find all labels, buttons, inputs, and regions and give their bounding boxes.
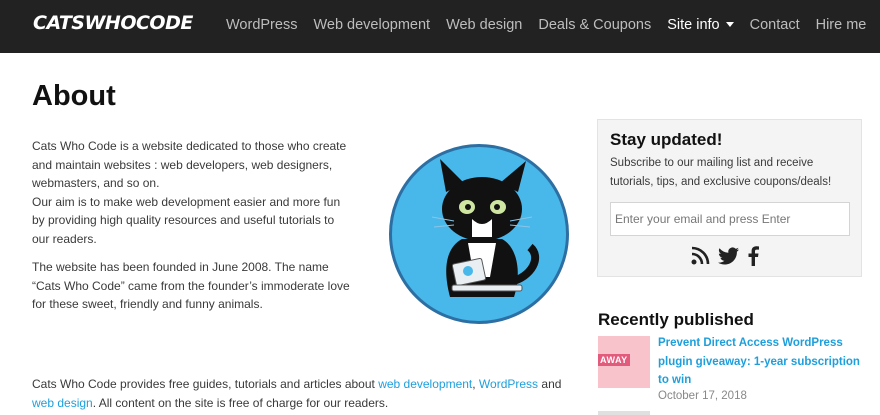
main-nav: WordPress Web development Web design Dea… [226,17,880,37]
about-paragraph-1a: Cats Who Code is a website dedicated to … [32,139,347,190]
web-development-link[interactable]: web development [378,377,472,391]
newsletter-title: Stay updated! [610,130,723,149]
p3-sep-2: and [538,377,562,391]
post-thumbnail-next[interactable] [598,411,650,415]
social-links [690,246,774,266]
page-title: About [32,80,116,112]
nav-item-hire-me[interactable]: Hire me [816,17,867,37]
about-paragraph-1b: Our aim is to make web development easie… [32,194,341,246]
newsletter-text: Subscribe to our mailing list and receiv… [610,157,832,188]
wordpress-link[interactable]: WordPress [479,377,538,391]
nav-item-deals-coupons[interactable]: Deals & Coupons [538,17,651,37]
nav-item-site-info-label: Site info [667,17,720,33]
about-paragraph-2: The website has been founded in June 200… [32,260,350,311]
rss-icon[interactable] [690,246,714,266]
web-design-link[interactable]: web design [32,396,93,410]
post-thumbnail-text: AWAY [598,354,630,366]
nav-item-site-info[interactable]: Site info [667,17,734,37]
recent-post-date: October 17, 2018 [658,390,747,402]
post-thumbnail[interactable]: AWAY [598,336,650,388]
facebook-icon[interactable] [746,246,770,266]
cat-icon [431,159,540,297]
email-field[interactable] [610,202,850,236]
nav-item-wordpress[interactable]: WordPress [226,17,297,37]
recently-published-title: Recently published [598,310,754,329]
cat-mascot-image [389,144,569,324]
p3-text-after: . All content on the site is free of cha… [92,395,389,410]
nav-item-web-design[interactable]: Web design [446,17,522,37]
p3-text-before: Cats Who Code provides free guides, tuto… [32,377,379,391]
nav-item-contact[interactable]: Contact [750,17,800,37]
about-paragraph-3: Cats Who Code provides free guides, tuto… [32,375,572,412]
twitter-icon[interactable] [718,246,742,266]
recent-post-link[interactable]: Prevent Direct Access WordPress plugin g… [658,334,863,390]
p3-sep-1: , [472,377,479,391]
nav-item-web-development[interactable]: Web development [313,17,430,37]
site-logo[interactable]: CATSWHOCODE [33,12,193,34]
about-paragraph-1: Cats Who Code is a website dedicated to … [32,137,352,248]
newsletter-widget: Stay updated! Subscribe to our mailing l… [597,119,862,277]
top-navbar: CATSWHOCODE WordPress Web development We… [0,0,880,53]
chevron-down-icon [725,21,734,27]
